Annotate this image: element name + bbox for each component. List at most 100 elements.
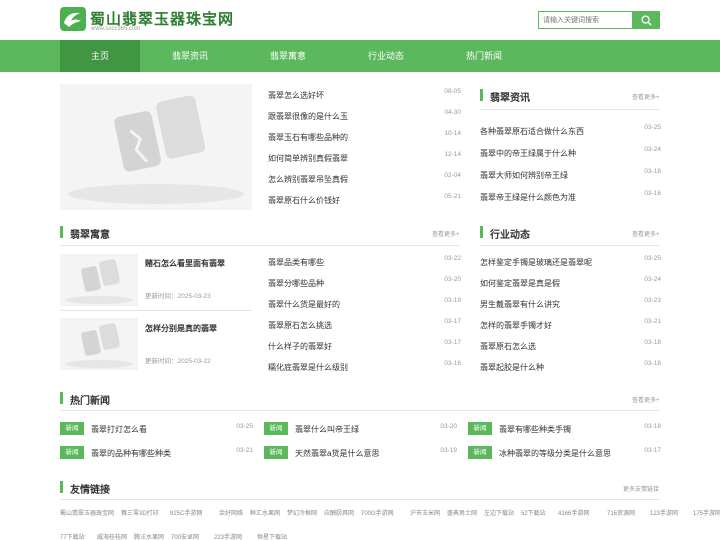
date-label: 03-17 xyxy=(444,339,461,346)
list-item[interactable]: 翡翠原石怎么选 xyxy=(480,341,536,352)
section-marker xyxy=(480,226,483,238)
list-item[interactable]: 怎样的翡翠手镯才好 xyxy=(480,320,552,331)
hot-news-item[interactable]: 翡翠的品种有哪些种类 xyxy=(91,448,171,459)
friend-link[interactable]: 应酬厨具网 xyxy=(324,508,354,517)
links-more-link[interactable]: 更多友情链接 xyxy=(623,484,659,493)
friend-link[interactable]: 威海桂桂网 xyxy=(97,532,127,540)
featured-image[interactable] xyxy=(60,84,252,210)
friend-link[interactable]: 盛典男士网 xyxy=(447,508,477,517)
date-label: 08-05 xyxy=(444,88,461,95)
friend-link[interactable]: 沪市玉米网 xyxy=(410,508,440,517)
divider xyxy=(60,410,660,411)
nav-item-home[interactable]: 主页 xyxy=(60,40,140,72)
list-item[interactable]: 翡翠原石什么价钱好 xyxy=(268,195,340,206)
date-label: 03-25 xyxy=(236,423,253,430)
friend-link[interactable]: 52下载站 xyxy=(521,508,546,517)
section-title-hangye: 行业动态 xyxy=(490,230,530,241)
yuyi-thumb-2[interactable] xyxy=(60,318,138,370)
section-title-zixun: 翡翠资讯 xyxy=(490,93,530,104)
yuyi-featured-time-1: 更新时间：2025-03-23 xyxy=(145,293,211,300)
list-item[interactable]: 翡翠玉石有哪些品种的 xyxy=(268,132,348,143)
friend-link[interactable]: 鲜汇水果网 xyxy=(250,508,280,517)
list-item[interactable]: 翡翠分哪些品种 xyxy=(268,278,324,289)
news-tag-badge: 新闻 xyxy=(264,446,288,459)
nav-item-zixun[interactable]: 翡翠资讯 xyxy=(150,40,230,72)
list-item[interactable]: 翡翠怎么选好坏 xyxy=(268,90,324,101)
list-item[interactable]: 翡翠中的帝王绿属于什么种 xyxy=(480,148,576,159)
friend-link[interactable]: 77下载站 xyxy=(60,532,85,540)
friend-link[interactable]: 700G手游网 xyxy=(361,508,394,517)
hot-news-item[interactable]: 翡翠打灯怎么看 xyxy=(91,424,147,435)
news-tag-badge: 新闻 xyxy=(264,422,288,435)
date-label: 03-19 xyxy=(440,447,457,454)
yuyi-featured-title-1[interactable]: 赌石怎么看里面有翡翠 xyxy=(145,258,225,269)
section-title-links: 友情链接 xyxy=(70,485,110,496)
friend-link[interactable]: 4166手游网 xyxy=(558,508,589,517)
search-button[interactable] xyxy=(633,11,660,29)
list-item[interactable]: 怎么辨别翡翠吊坠真假 xyxy=(268,174,348,185)
date-label: 03-19 xyxy=(444,297,461,304)
date-label: 03-20 xyxy=(440,423,457,430)
list-item[interactable]: 糯化底翡翠是什么级别 xyxy=(268,362,348,373)
friend-link[interactable]: 梦幻冷框网 xyxy=(287,508,317,517)
date-label: 03-24 xyxy=(644,146,661,153)
friend-link[interactable]: 123手游网 xyxy=(650,508,678,517)
friend-link[interactable]: 223手游网 xyxy=(214,532,242,540)
date-label: 03-20 xyxy=(444,276,461,283)
section-marker xyxy=(60,226,63,238)
section-marker xyxy=(60,481,63,493)
date-label: 03-16 xyxy=(444,360,461,367)
date-label: 05-21 xyxy=(444,193,461,200)
hot-more-link[interactable]: 查看更多+ xyxy=(632,395,660,404)
friend-link[interactable]: 舞三零3D打印 xyxy=(121,508,159,517)
date-label: 12-14 xyxy=(444,151,461,158)
yuyi-more-link[interactable]: 查看更多+ xyxy=(432,229,460,238)
date-label: 03-21 xyxy=(236,447,253,454)
list-item[interactable]: 如何鉴定翡翠是真是假 xyxy=(480,278,560,289)
date-label: 03-18 xyxy=(644,423,661,430)
hangye-more-link[interactable]: 查看更多+ xyxy=(632,229,660,238)
nav-item-hot[interactable]: 热门新闻 xyxy=(444,40,524,72)
hot-news-item[interactable]: 翡翠什么叫帝王绿 xyxy=(295,424,359,435)
list-item[interactable]: 翡翠帝王绿是什么颜色为准 xyxy=(480,192,576,203)
section-title-hot: 热门新闻 xyxy=(70,396,110,407)
date-label: 03-18 xyxy=(644,168,661,175)
date-label: 10-14 xyxy=(444,130,461,137)
date-label: 03-17 xyxy=(444,318,461,325)
list-item[interactable]: 翡翠大师如何辨别帝王绿 xyxy=(480,170,568,181)
nav-item-yuyi[interactable]: 翡翠寓意 xyxy=(248,40,328,72)
friend-link[interactable]: 175手游网 xyxy=(693,508,720,517)
yuyi-thumb-1[interactable] xyxy=(60,254,138,306)
friend-link[interactable]: 蜀山翡翠玉器珠宝网 xyxy=(60,508,114,517)
site-logo-icon[interactable] xyxy=(60,7,86,31)
list-item[interactable]: 翡翠起胶是什么种 xyxy=(480,362,544,373)
hot-news-item[interactable]: 天然翡翠a货是什么意思 xyxy=(295,448,379,459)
list-item[interactable]: 如何简单辨别真假翡翠 xyxy=(268,153,348,164)
list-item[interactable]: 翡翠什么货是最好的 xyxy=(268,299,340,310)
site-url: www.sscc365.com xyxy=(91,26,141,32)
list-item[interactable]: 男生戴翡翠有什么讲究 xyxy=(480,299,560,310)
list-item[interactable]: 什么样子的翡翠好 xyxy=(268,341,332,352)
friend-link[interactable]: 恒星下载站 xyxy=(257,532,287,540)
list-item[interactable]: 翡翠品类有哪些 xyxy=(268,257,324,268)
friend-link[interactable]: 925C手游网 xyxy=(170,508,202,517)
hot-news-item[interactable]: 冰种翡翠的等级分类是什么意思 xyxy=(499,448,611,459)
friend-link[interactable]: 左边下载站 xyxy=(484,508,514,517)
friend-link[interactable]: 700安卓网 xyxy=(171,532,199,540)
hot-news-item[interactable]: 翡翠有哪些种类手镯 xyxy=(499,424,571,435)
list-item[interactable]: 翡翠原石怎么挑选 xyxy=(268,320,332,331)
yuyi-featured-title-2[interactable]: 怎样分别是真的翡翠 xyxy=(145,323,217,334)
divider xyxy=(480,109,660,110)
section-title-yuyi: 翡翠寓意 xyxy=(70,230,110,241)
divider xyxy=(60,245,460,246)
search-input[interactable] xyxy=(538,11,633,29)
nav-item-hangye[interactable]: 行业动态 xyxy=(346,40,426,72)
friend-link[interactable]: 余好网络 xyxy=(219,508,243,517)
list-item[interactable]: 跟翡翠很像的是什么玉 xyxy=(268,111,348,122)
zixun-more-link[interactable]: 查看更多+ xyxy=(632,92,660,101)
friend-link[interactable]: 716资源网 xyxy=(607,508,635,517)
list-item[interactable]: 各种翡翠原石适合做什么东西 xyxy=(480,126,584,137)
friend-link[interactable]: 腾汪水果网 xyxy=(134,532,164,540)
list-item[interactable]: 怎样鉴定手镯是玻璃还是翡翠呢 xyxy=(480,257,592,268)
divider xyxy=(60,499,660,500)
